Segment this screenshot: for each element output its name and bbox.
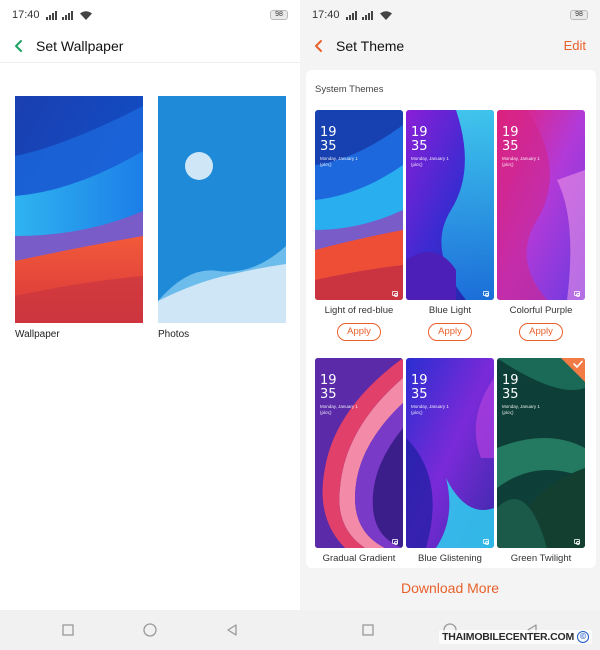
theme-card-selected[interactable]: 19 35 Monday, January 1 (ρίσς) Green Twili… (497, 358, 585, 564)
theme-card[interactable]: 19 35 Monday, January 1 (ρίσς) Colorful Pu… (497, 110, 585, 341)
lock-date: Monday, January 1 (ρίσς) (502, 156, 540, 167)
check-icon (561, 358, 585, 382)
camera-icon (483, 291, 489, 297)
status-bar: 17:40 98 (0, 0, 300, 30)
header-divider (0, 62, 300, 63)
theme-name: Colorful Purple (509, 305, 573, 316)
lock-clock: 19 35 (502, 125, 519, 154)
signal-icon (361, 10, 376, 20)
theme-name: Blue Light (428, 305, 472, 316)
photos-label: Photos (158, 329, 190, 340)
wifi-icon (79, 10, 92, 20)
theme-name: Green Twilight (510, 553, 572, 564)
header: Set Theme Edit (300, 30, 600, 62)
battery-icon: 98 (270, 10, 288, 20)
section-title: System Themes (315, 84, 384, 95)
camera-icon (574, 291, 580, 297)
back-arrow-icon[interactable] (312, 39, 326, 53)
photos-option[interactable]: Photos (158, 96, 286, 340)
lock-clock: 19 35 (411, 373, 428, 402)
wallpaper-label: Wallpaper (15, 329, 60, 340)
theme-name: Blue Glistening (418, 553, 482, 564)
lock-date: Monday, January 1 (ρίσς) (502, 404, 540, 415)
theme-name: Light of red-blue (324, 305, 394, 316)
lock-clock: 19 35 (502, 373, 519, 402)
theme-card[interactable]: 19 35 Monday, January 1 (ρίσς) Light of re… (315, 110, 403, 341)
copyright-icon: © (577, 631, 589, 643)
set-theme-screen: 17:40 98 Set Theme Edit System Themes 19 (300, 0, 600, 650)
theme-preview[interactable]: 19 35 Monday, January 1 (ρίσς) (497, 358, 585, 548)
theme-list: System Themes 19 35 Monday, January 1 (ρίσ… (306, 70, 596, 568)
lock-date: Monday, January 1 (ρίσς) (411, 156, 449, 167)
watermark: THAIMOBILECENTER.COM © (439, 630, 592, 644)
camera-icon (574, 539, 580, 545)
theme-preview[interactable]: 19 35 Monday, January 1 (ρίσς) (406, 110, 494, 300)
lock-clock: 19 35 (320, 373, 337, 402)
lock-date: Monday, January 1 (ρίσς) (320, 156, 358, 167)
wallpaper-thumbnail[interactable] (15, 96, 143, 323)
page-title: Set Theme (336, 38, 405, 54)
set-wallpaper-screen: 17:40 98 Set Wallpaper Wallpaper Photos (0, 0, 300, 650)
signal-icon (61, 10, 76, 20)
wifi-icon (379, 10, 392, 20)
page-title: Set Wallpaper (36, 38, 124, 54)
theme-card[interactable]: 19 35 Monday, January 1 (ρίσς) Blue Light … (406, 110, 494, 341)
lock-clock: 19 35 (320, 125, 337, 154)
lock-clock: 19 35 (411, 125, 428, 154)
theme-preview[interactable]: 19 35 Monday, January 1 (ρίσς) (315, 110, 403, 300)
triangle-back-nav-icon[interactable] (225, 623, 239, 637)
back-arrow-icon[interactable] (12, 39, 26, 53)
camera-icon (483, 539, 489, 545)
square-nav-icon[interactable] (61, 623, 75, 637)
theme-preview[interactable]: 19 35 Monday, January 1 (ρίσς) (497, 110, 585, 300)
theme-card[interactable]: 19 35 Monday, January 1 (ρίσς) Gradual Gra… (315, 358, 403, 564)
wallpaper-option[interactable]: Wallpaper (15, 96, 143, 340)
signal-icon (345, 10, 360, 20)
camera-icon (392, 539, 398, 545)
square-nav-icon[interactable] (361, 623, 375, 637)
theme-card[interactable]: 19 35 Monday, January 1 (ρίσς) Blue Gliste… (406, 358, 494, 564)
watermark-text: THAIMOBILECENTER.COM (442, 631, 574, 643)
theme-name: Gradual Gradient (322, 553, 396, 564)
photos-thumbnail[interactable] (158, 96, 286, 323)
apply-button[interactable]: Apply (428, 323, 472, 341)
download-more-button[interactable]: Download More (300, 580, 600, 596)
apply-button[interactable]: Apply (519, 323, 563, 341)
signal-icon (45, 10, 60, 20)
theme-preview[interactable]: 19 35 Monday, January 1 (ρίσς) (406, 358, 494, 548)
header: Set Wallpaper (0, 30, 300, 62)
battery-icon: 98 (570, 10, 588, 20)
apply-button[interactable]: Apply (337, 323, 381, 341)
circle-nav-icon[interactable] (143, 623, 157, 637)
status-time: 17:40 (312, 9, 340, 21)
lock-date: Monday, January 1 (ρίσς) (411, 404, 449, 415)
lock-date: Monday, January 1 (ρίσς) (320, 404, 358, 415)
theme-preview[interactable]: 19 35 Monday, January 1 (ρίσς) (315, 358, 403, 548)
edit-button[interactable]: Edit (564, 38, 586, 53)
camera-icon (392, 291, 398, 297)
status-bar: 17:40 98 (300, 0, 600, 30)
status-time: 17:40 (12, 9, 40, 21)
